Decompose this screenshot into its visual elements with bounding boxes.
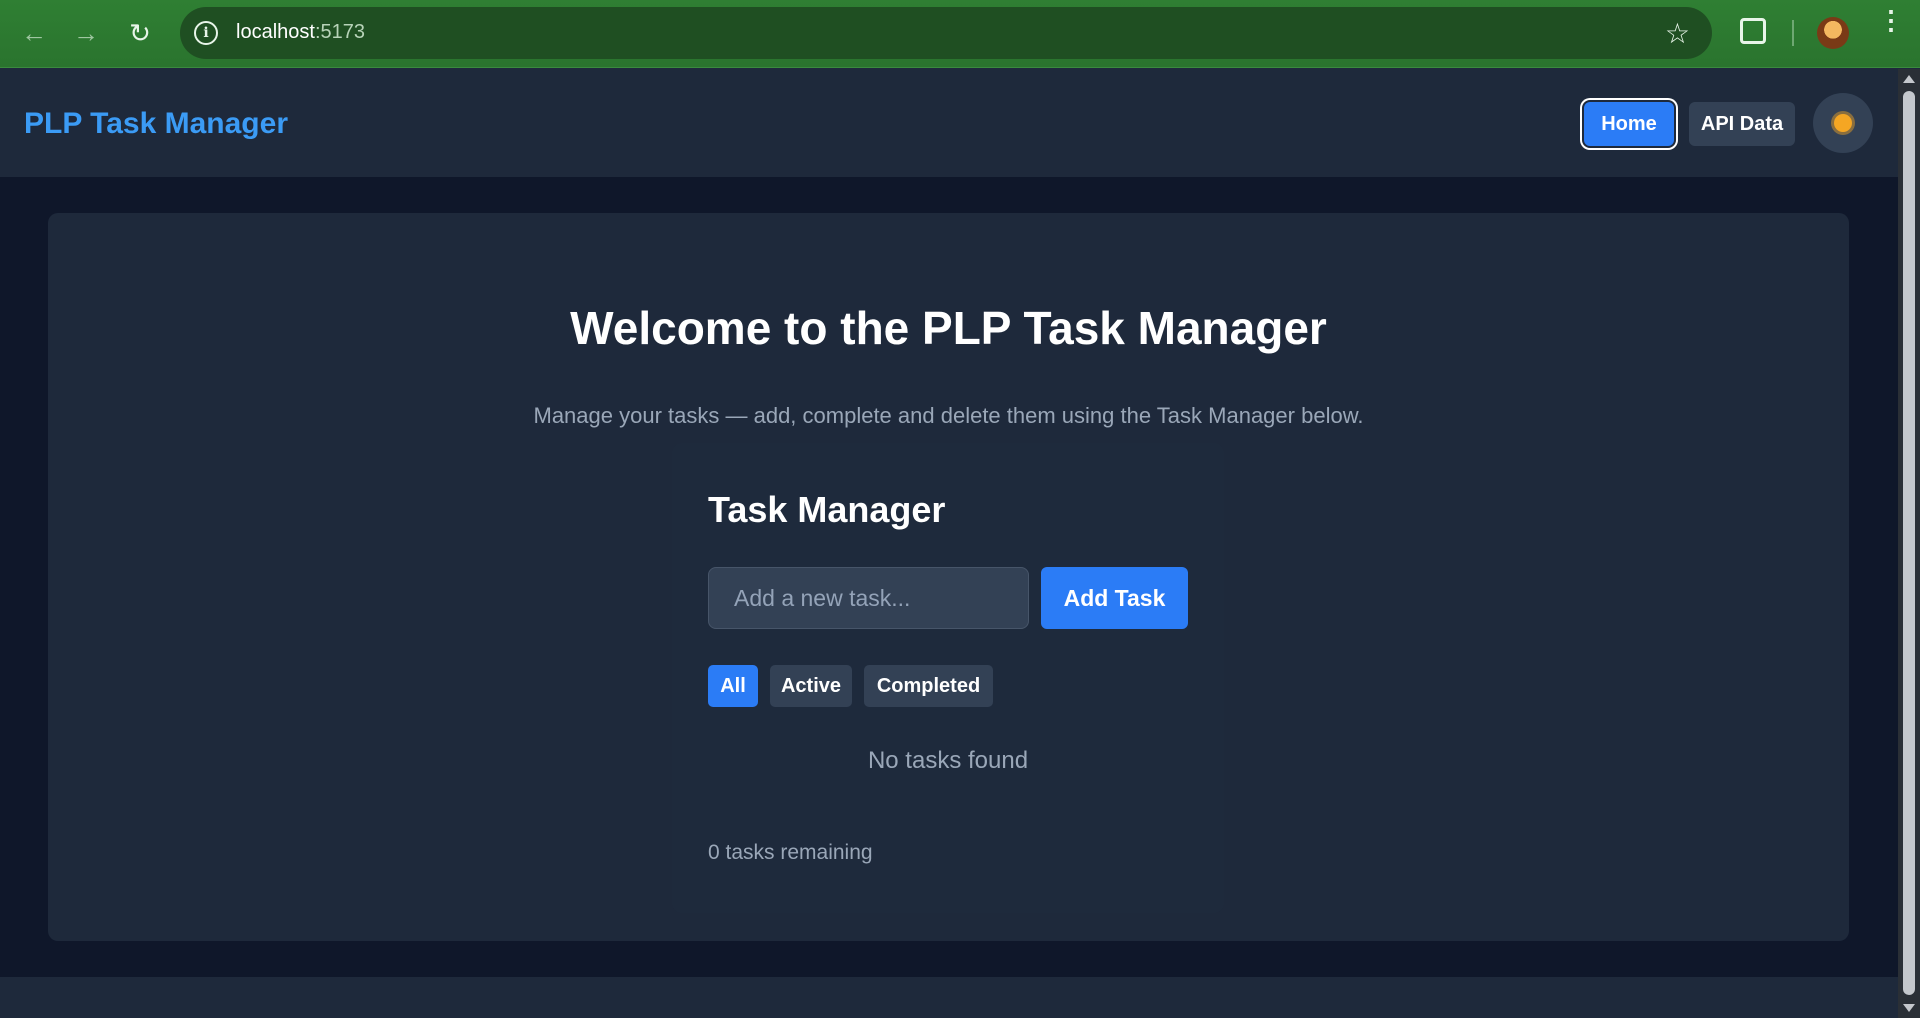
filter-all-button[interactable]: All <box>708 665 758 707</box>
sun-icon <box>1834 114 1852 132</box>
scroll-down-icon[interactable] <box>1903 1004 1915 1012</box>
page-viewport: PLP Task Manager Home API Data Welcome t… <box>0 69 1898 1018</box>
task-manager-title: Task Manager <box>708 489 946 530</box>
info-icon[interactable]: i <box>194 21 218 45</box>
page-subtitle: Manage your tasks — add, complete and de… <box>533 403 1364 428</box>
theme-toggle-button[interactable] <box>1813 93 1873 153</box>
page-footer <box>0 977 1898 1018</box>
empty-state-text: No tasks found <box>867 747 1029 774</box>
vertical-scrollbar[interactable] <box>1898 69 1920 1018</box>
app-header: PLP Task Manager Home API Data <box>0 69 1898 177</box>
reload-icon[interactable]: ↻ <box>120 13 160 53</box>
url-host: localhost <box>236 21 315 43</box>
filter-active-button[interactable]: Active <box>770 665 852 707</box>
scrollbar-thumb[interactable] <box>1903 91 1915 995</box>
nav-api-data-button[interactable]: API Data <box>1689 102 1795 146</box>
url-text: localhost:5173 <box>236 21 365 44</box>
address-bar[interactable]: i localhost:5173 ☆ <box>180 7 1712 59</box>
filter-completed-button[interactable]: Completed <box>864 665 993 707</box>
puzzle-icon[interactable] <box>1740 18 1766 44</box>
page-title: Welcome to the PLP Task Manager <box>570 302 1327 354</box>
url-port: :5173 <box>314 21 365 43</box>
toolbar-divider <box>1792 20 1794 46</box>
brand-title[interactable]: PLP Task Manager <box>24 107 288 141</box>
scroll-up-icon[interactable] <box>1903 75 1915 83</box>
task-manager-panel: Task Manager Add Task All Active Complet… <box>672 443 1224 913</box>
back-arrow-icon[interactable]: ← <box>14 13 54 53</box>
nav-home-button[interactable]: Home <box>1584 102 1674 146</box>
browser-toolbar: ← → ↻ i localhost:5173 ☆ ⋮ <box>0 0 1920 68</box>
star-icon[interactable]: ☆ <box>1665 17 1690 50</box>
add-task-button[interactable]: Add Task <box>1041 567 1188 629</box>
profile-avatar[interactable] <box>1817 17 1849 49</box>
forward-arrow-icon[interactable]: → <box>66 13 106 53</box>
new-task-input[interactable] <box>708 567 1029 629</box>
tasks-remaining-count: 0 tasks remaining <box>708 841 873 864</box>
main-card: Welcome to the PLP Task Manager Manage y… <box>48 213 1849 941</box>
kebab-menu-icon[interactable]: ⋮ <box>1878 7 1904 33</box>
